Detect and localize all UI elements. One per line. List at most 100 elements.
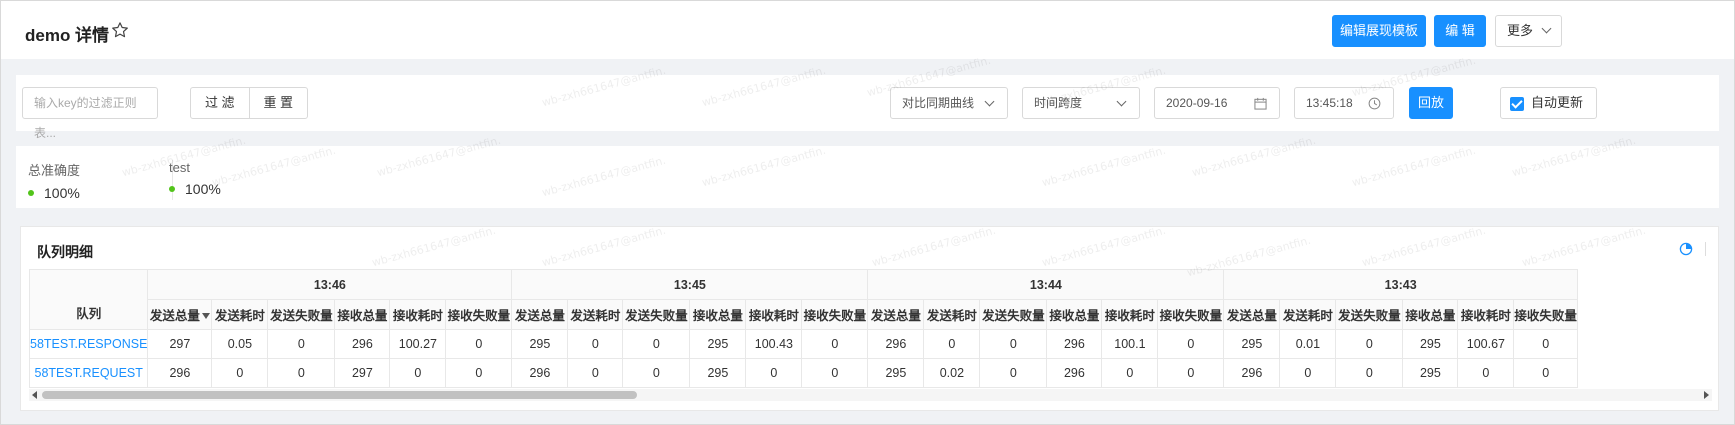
- page-title: demo 详情: [25, 26, 110, 45]
- metric-header-row: 发送总量 发送耗时 发送失败量 接收总量 接收耗时 接收失败量 发送总量 发送耗时 发送失败量接…: [30, 299, 1578, 330]
- auto-update-checkbox[interactable]: 自动更新: [1500, 87, 1597, 119]
- time-picker[interactable]: 13:45:18: [1294, 87, 1394, 119]
- table-cell: 0: [445, 358, 513, 388]
- time-span-select-value: 时间跨度: [1034, 96, 1083, 110]
- table-cell: 0: [1513, 358, 1578, 388]
- sort-descending-icon[interactable]: [201, 313, 210, 319]
- queue-name-link[interactable]: 58TEST.REQUEST: [28, 358, 149, 388]
- metric-column-header[interactable]: 接收耗时: [389, 299, 447, 330]
- table-cell: 0: [211, 358, 269, 388]
- table-cell: 0: [923, 329, 981, 359]
- metric-column-header[interactable]: 发送失败量: [1335, 299, 1404, 330]
- metric-column-header[interactable]: 发送耗时: [1279, 299, 1337, 330]
- metric-column-header[interactable]: 接收总量: [1402, 299, 1459, 330]
- table-cell: 0: [267, 358, 336, 388]
- chevron-down-icon: [1116, 96, 1127, 107]
- chevron-down-icon: [984, 96, 995, 107]
- edit-button[interactable]: 编 辑: [1434, 15, 1486, 47]
- metric-column-header[interactable]: 接收耗时: [745, 299, 803, 330]
- metric-column-header[interactable]: 发送总量: [1223, 299, 1281, 330]
- metric-column-header[interactable]: 发送失败量: [979, 299, 1048, 330]
- metric-column-header[interactable]: 接收失败量: [1157, 299, 1225, 330]
- compare-select[interactable]: 对比同期曲线: [890, 87, 1008, 119]
- metric-column-header[interactable]: 发送耗时: [211, 299, 269, 330]
- scrollbar-thumb[interactable]: [42, 391, 637, 399]
- table-cell: 0: [1513, 329, 1578, 359]
- table-cell: 0: [445, 329, 513, 359]
- metric-column-header[interactable]: 发送总量: [147, 299, 213, 330]
- table-cell: 295: [689, 329, 747, 359]
- stat-label: 总准确度: [28, 163, 81, 178]
- metric-column-header[interactable]: 发送总量: [867, 299, 925, 330]
- date-picker[interactable]: 2020-09-16: [1154, 87, 1280, 119]
- metric-header-label: 接收总量: [692, 309, 743, 323]
- horizontal-scrollbar[interactable]: [29, 389, 1712, 401]
- metric-column-header[interactable]: 接收总量: [334, 299, 391, 330]
- metric-header-label: 发送耗时: [926, 309, 977, 323]
- metric-column-header[interactable]: 发送耗时: [567, 299, 624, 330]
- metric-column-header[interactable]: 接收耗时: [1457, 299, 1515, 330]
- pie-chart-icon[interactable]: [1679, 242, 1693, 256]
- metric-column-header[interactable]: 接收失败量: [801, 299, 869, 330]
- metric-header-label: 发送耗时: [1282, 309, 1333, 323]
- table-cell: 0: [979, 329, 1048, 359]
- table-cell: 0: [1457, 358, 1515, 388]
- table-cell: 100.27: [389, 329, 447, 359]
- time-value: 13:45:18: [1306, 96, 1353, 110]
- metric-header-label: 发送耗时: [214, 309, 265, 323]
- queue-name-link[interactable]: 58TEST.RESPONSE: [28, 329, 149, 359]
- metric-column-header[interactable]: 接收耗时: [1101, 299, 1159, 330]
- auto-update-label: 自动更新: [1531, 95, 1584, 110]
- page-header: demo 详情 编辑展现模板 编 辑 更多: [1, 1, 1734, 59]
- metric-column-header[interactable]: 发送总量: [511, 299, 569, 330]
- metric-header-label: 接收失败量: [447, 309, 511, 323]
- table-cell: 0.05: [211, 329, 269, 359]
- table-cell: 297: [147, 329, 213, 359]
- scroll-right-arrow-icon[interactable]: [1704, 391, 1709, 399]
- metric-column-header[interactable]: 接收失败量: [1513, 299, 1578, 330]
- more-dropdown[interactable]: 更多: [1495, 15, 1562, 47]
- table-cell: 296: [147, 358, 213, 388]
- metric-header-label: 接收失败量: [1514, 309, 1577, 323]
- table-cell: 0: [567, 329, 624, 359]
- metric-column-header[interactable]: 接收总量: [1046, 299, 1103, 330]
- compare-select-value: 对比同期曲线: [902, 96, 975, 110]
- table-cell: 296: [1046, 329, 1103, 359]
- status-dot-icon: [169, 186, 175, 192]
- key-filter-input[interactable]: 输入key的过滤正则表...: [22, 87, 158, 140]
- reset-button[interactable]: 重 置: [248, 88, 308, 118]
- stat-test: test 100%: [169, 160, 221, 197]
- filter-button[interactable]: 过 滤: [191, 88, 249, 118]
- metric-header-label: 发送总量: [149, 309, 200, 323]
- metric-header-label: 发送总量: [870, 309, 921, 323]
- playback-button[interactable]: 回放: [1409, 87, 1453, 119]
- stat-total-accuracy: 总准确度 100%: [28, 160, 80, 201]
- metric-column-header[interactable]: 接收总量: [689, 299, 747, 330]
- table-cell: 0.01: [1279, 329, 1337, 359]
- filter-button-group: 过 滤 重 置: [190, 87, 308, 119]
- metric-column-header[interactable]: 发送耗时: [923, 299, 981, 330]
- scroll-left-arrow-icon[interactable]: [32, 391, 37, 399]
- accuracy-stats: 总准确度 100% test 100%: [16, 146, 1719, 208]
- metric-header-label: 接收失败量: [1159, 309, 1223, 323]
- metric-column-header[interactable]: 接收失败量: [445, 299, 513, 330]
- star-icon[interactable]: [111, 21, 129, 39]
- table-row: 58TEST.RESPONSE 297 0.05 0 296 100.27 0 295 0 0 29…: [28, 329, 1578, 359]
- filter-bar: 输入key的过滤正则表... 过 滤 重 置 对比同期曲线 时间跨度 2020-…: [16, 75, 1719, 140]
- metric-column-header[interactable]: 发送失败量: [267, 299, 336, 330]
- edit-template-button[interactable]: 编辑展现模板: [1332, 15, 1426, 47]
- metric-header-label: 发送耗时: [570, 309, 621, 323]
- table-cell: 100.67: [1457, 329, 1515, 359]
- table-cell: 296: [511, 358, 569, 388]
- time-span-select[interactable]: 时间跨度: [1022, 87, 1140, 119]
- table-cell: 295: [511, 329, 569, 359]
- chevron-down-icon: [1541, 23, 1552, 34]
- table-cell: 0: [622, 358, 691, 388]
- table-cell: 100.1: [1101, 329, 1159, 359]
- metric-column-header[interactable]: 发送失败量: [622, 299, 691, 330]
- metric-header-label: 接收失败量: [803, 309, 867, 323]
- queue-detail-panel: 队列明细 队列 13:46 13:45 13:44 13:43 发送总量 发送耗时 发送失…: [20, 226, 1719, 411]
- checkbox-checked-icon: [1510, 97, 1524, 111]
- metric-header-label: 发送失败量: [982, 309, 1045, 323]
- queue-table: 队列 13:46 13:45 13:44 13:43 发送总量 发送耗时 发送失败量 接收总…: [28, 269, 1578, 388]
